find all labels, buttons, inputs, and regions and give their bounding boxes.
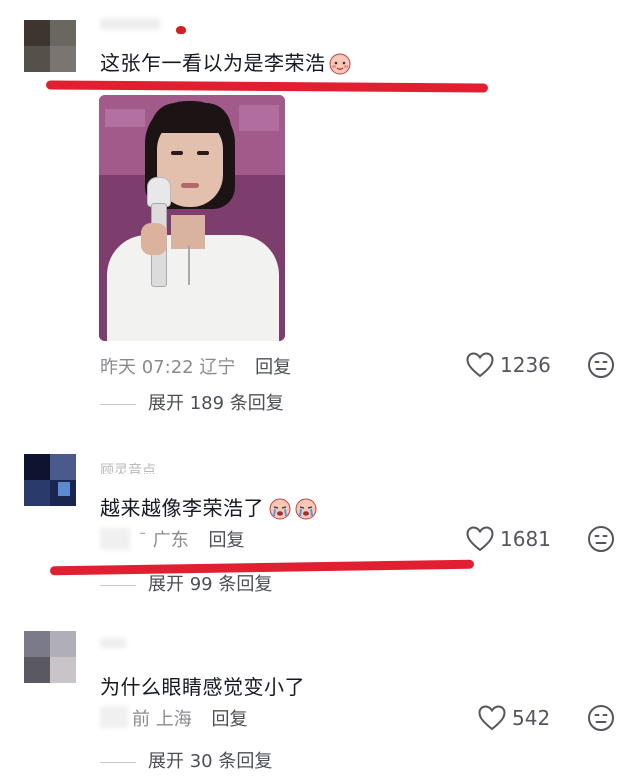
- avatar[interactable]: [24, 631, 76, 683]
- comment-text: 越来越像李荣浩了: [100, 492, 318, 521]
- emoji-reaction-icon[interactable]: [587, 704, 615, 732]
- username[interactable]: 顾灵音点: [100, 460, 156, 474]
- comment-location: 辽宁: [199, 357, 236, 378]
- comment-photo[interactable]: [99, 95, 285, 341]
- comment-location: 广东: [152, 530, 189, 551]
- crying-pink-face-emoji: [295, 498, 317, 520]
- crying-pink-face-emoji: [269, 498, 291, 520]
- avatar[interactable]: [24, 20, 76, 72]
- red-annotation-underline: [45, 80, 489, 93]
- heart-icon[interactable]: [466, 352, 494, 378]
- blushing-pink-face-emoji: [329, 53, 350, 75]
- comment-text: 为什么眼睛感觉变小了: [100, 675, 305, 699]
- heart-icon[interactable]: [466, 526, 494, 552]
- reply-button[interactable]: 回复: [255, 357, 291, 378]
- time-redacted: [100, 528, 130, 550]
- username-redacted: [100, 18, 160, 30]
- expand-replies-button[interactable]: 展开 30 条回复: [100, 747, 272, 773]
- like-count: 1681: [500, 527, 551, 551]
- reply-button[interactable]: 回复: [211, 709, 247, 730]
- avatar[interactable]: [24, 454, 76, 506]
- comment-time: 前: [132, 709, 150, 730]
- divider: [100, 584, 136, 586]
- username-redacted: [100, 638, 126, 648]
- comment-text: 这张乍一看以为是李荣浩: [100, 47, 352, 76]
- comment-time: 昨天 07:22: [100, 357, 194, 378]
- expand-replies-button[interactable]: 展开 189 条回复: [100, 389, 284, 415]
- reply-button[interactable]: 回复: [208, 530, 244, 551]
- emoji-reaction-icon[interactable]: [587, 351, 615, 379]
- divider: [100, 403, 136, 405]
- emoji-reaction-icon[interactable]: [587, 525, 615, 553]
- divider: [100, 761, 136, 763]
- rose-icon: [176, 26, 186, 34]
- comment-meta: 前 上海 回复: [132, 705, 247, 731]
- comment-meta: 昨天 07:22 辽宁 回复: [100, 353, 291, 379]
- like-count: 542: [512, 706, 551, 730]
- comment-location: 上海: [155, 709, 192, 730]
- like-count: 1236: [500, 353, 551, 377]
- heart-icon[interactable]: [478, 705, 506, 731]
- time-redacted: [100, 706, 128, 728]
- comment-meta: ¯ 广东 回复: [138, 530, 245, 551]
